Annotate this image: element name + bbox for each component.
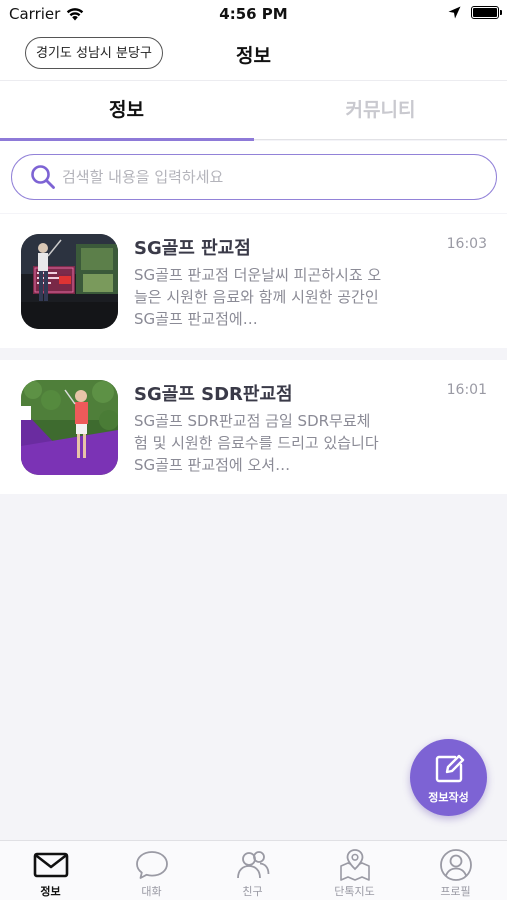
chat-bubble-icon <box>136 851 168 879</box>
bottom-nav: 정보 대화 친구 단톡지도 프로필 <box>0 840 507 900</box>
write-post-button[interactable]: 정보작성 <box>410 739 487 816</box>
post-title: SG골프 판교점 <box>134 238 251 259</box>
post-description: SG골프 판교점 더운날씨 피곤하시죠 오늘은 시원한 음료와 함께 시원한 공… <box>134 266 382 328</box>
post-thumbnail <box>21 380 118 475</box>
list-item[interactable]: SG골프 SDR판교점 16:01 SG골프 SDR판교점 금일 SDR무료체험… <box>0 360 507 494</box>
nav-label: 정보 <box>40 885 61 898</box>
profile-icon <box>440 849 472 881</box>
post-thumbnail <box>21 234 118 329</box>
search-section <box>0 141 507 213</box>
nav-label: 친구 <box>242 885 263 898</box>
post-title: SG골프 SDR판교점 <box>134 384 293 405</box>
page-title: 정보 <box>236 45 271 67</box>
list-item[interactable]: SG골프 판교점 16:03 SG골프 판교점 더운날씨 피곤하시죠 오늘은 시… <box>0 214 507 348</box>
golf-studio-image <box>21 234 118 329</box>
nav-label: 대화 <box>141 885 162 898</box>
tab-bar: 정보 커뮤니티 <box>0 80 507 141</box>
nav-label: 단톡지도 <box>334 885 375 898</box>
header: 경기도 성남시 분당구 정보 <box>0 30 507 80</box>
search-input[interactable] <box>62 155 482 198</box>
post-description: SG골프 SDR판교점 금일 SDR무료체험 및 시원한 음료수를 드리고 있습… <box>134 412 379 474</box>
edit-icon <box>435 754 465 783</box>
friends-icon <box>237 851 270 879</box>
post-time: 16:03 <box>446 236 487 252</box>
nav-profile[interactable]: 프로필 <box>405 841 506 900</box>
map-pin-icon <box>340 849 370 881</box>
tab-info[interactable]: 정보 <box>0 81 253 139</box>
nav-group-map[interactable]: 단톡지도 <box>304 841 405 900</box>
battery-icon <box>471 6 502 19</box>
status-bar: Carrier 4:56 PM <box>0 0 507 30</box>
search-icon <box>31 165 55 189</box>
search-bar[interactable] <box>11 154 497 200</box>
mail-icon <box>33 852 69 878</box>
nav-chat[interactable]: 대화 <box>101 841 202 900</box>
tab-divider <box>254 139 507 140</box>
status-right <box>448 6 502 19</box>
write-post-label: 정보작성 <box>428 791 469 804</box>
location-arrow-icon <box>448 6 461 19</box>
tab-community[interactable]: 커뮤니티 <box>254 81 507 139</box>
nav-label: 프로필 <box>440 885 471 898</box>
nav-info[interactable]: 정보 <box>0 841 101 900</box>
nav-friends[interactable]: 친구 <box>202 841 303 900</box>
sdr-promo-image <box>21 380 118 475</box>
post-time: 16:01 <box>446 382 487 398</box>
status-time: 4:56 PM <box>219 5 288 23</box>
